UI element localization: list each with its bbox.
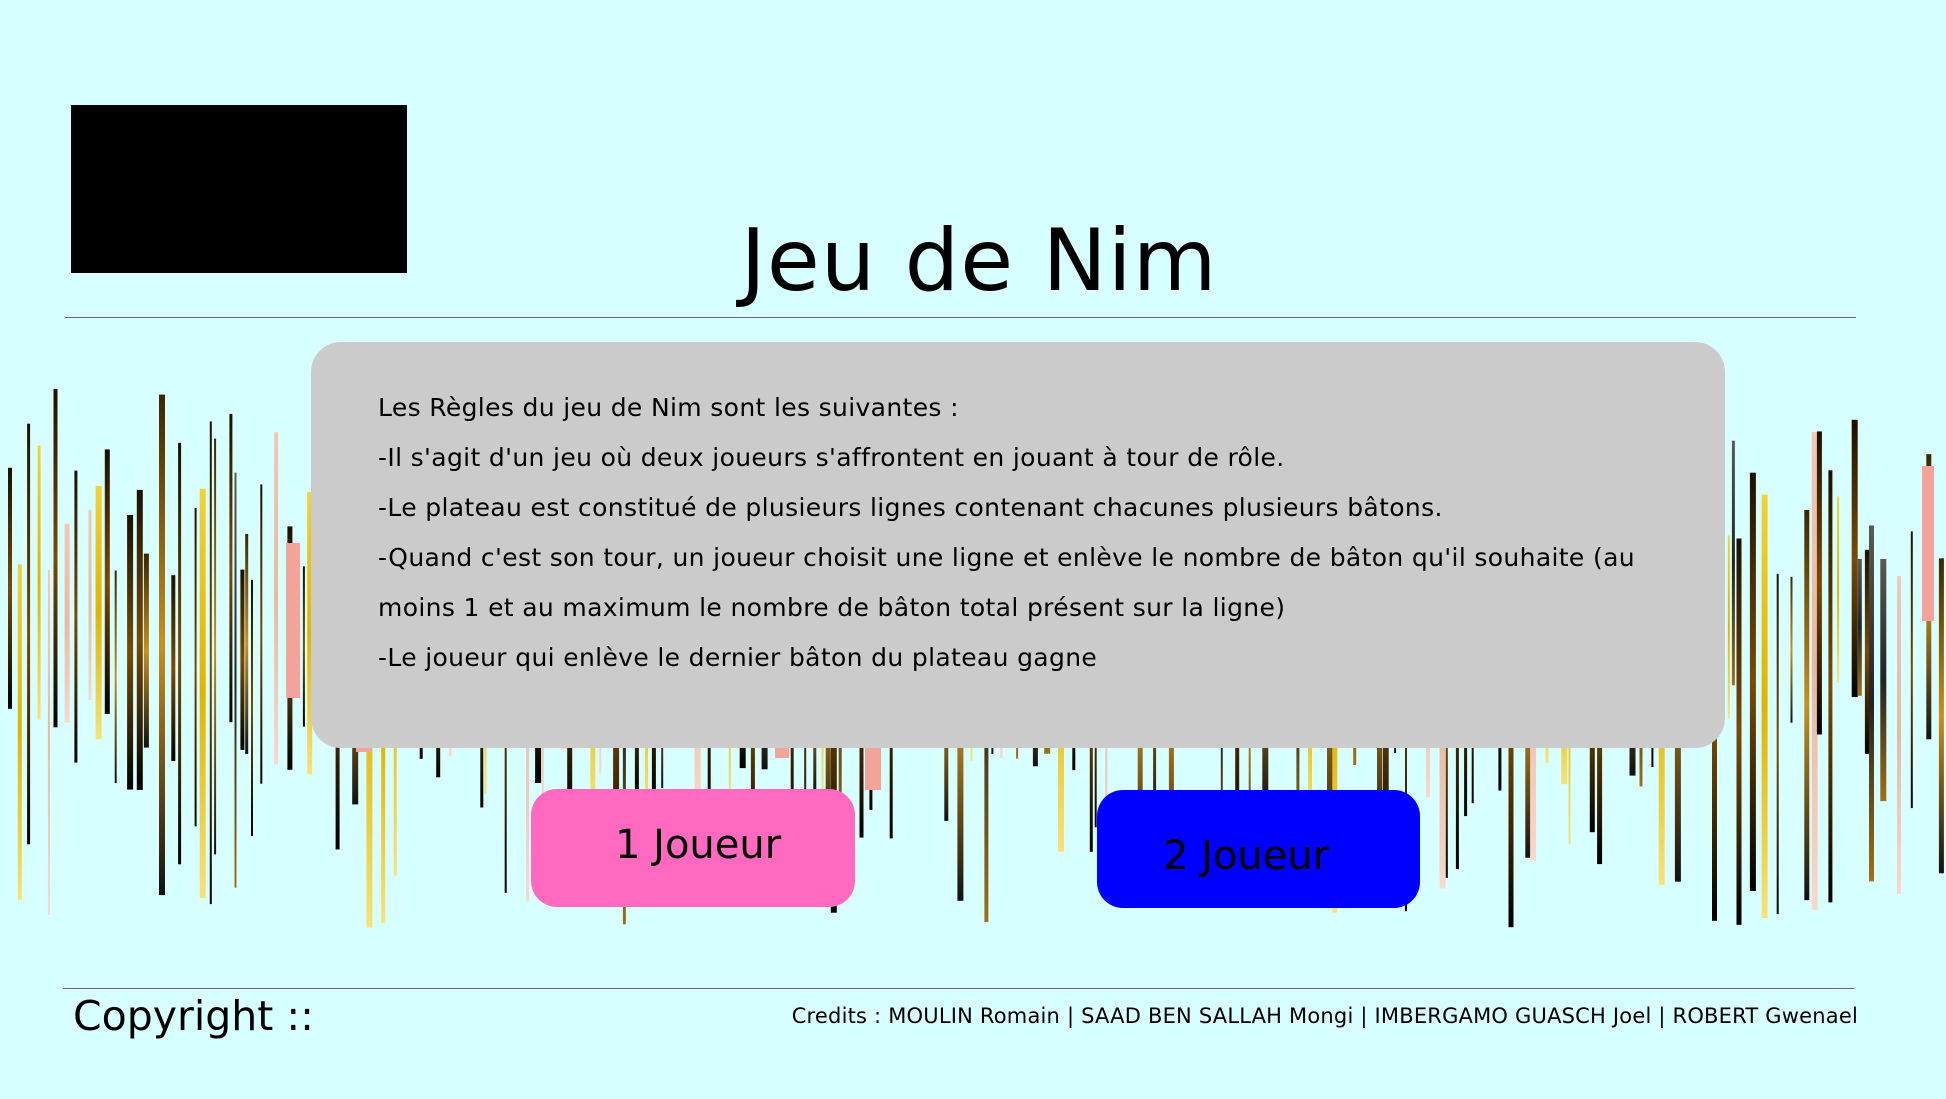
background-stick: [1851, 419, 1858, 698]
background-stick: [1804, 510, 1810, 901]
rules-line: moins 1 et au maximum le nombre de bâton…: [378, 593, 1286, 622]
background-stick: [27, 423, 31, 845]
background-stick: [95, 485, 102, 740]
background-stick: [17, 564, 22, 900]
background-stick: [1828, 470, 1833, 903]
background-stick: [1857, 558, 1862, 696]
background-stick: [1837, 496, 1840, 683]
background-stick: [64, 523, 70, 723]
background-stick: [1922, 466, 1934, 621]
background-stick: [245, 533, 249, 754]
background-stick: [53, 388, 58, 728]
page-title: Jeu de Nim: [740, 210, 1218, 311]
background-stick: [88, 510, 92, 700]
one-player-label: 1 Joueur: [615, 822, 782, 868]
background-stick: [171, 575, 176, 761]
background-stick: [260, 484, 263, 784]
background-stick: [1761, 494, 1768, 918]
background-stick: [194, 508, 197, 827]
background-stick: [302, 566, 305, 727]
background-stick: [1880, 559, 1887, 802]
background-stick: [47, 570, 50, 915]
background-stick: [1816, 431, 1822, 735]
background-stick: [229, 413, 233, 723]
header-divider: [65, 317, 1856, 318]
background-stick: [286, 543, 300, 698]
rules-line: -Quand c'est son tour, un joueur choisit…: [378, 543, 1635, 572]
background-stick: [251, 579, 253, 836]
background-stick: [274, 432, 279, 765]
background-stick: [1869, 525, 1874, 882]
background-stick: [240, 569, 245, 750]
background-stick: [209, 421, 212, 905]
background-stick: [159, 394, 165, 896]
background-stick: [136, 489, 143, 790]
background-stick: [8, 467, 12, 709]
background-stick: [199, 488, 206, 898]
one-player-button[interactable]: 1 Joueur: [531, 789, 855, 907]
background-stick: [1811, 432, 1818, 910]
background-stick: [234, 472, 237, 888]
rules-line: -Le joueur qui enlève le dernier bâton d…: [378, 643, 1098, 672]
background-stick: [1897, 576, 1901, 894]
background-stick: [114, 570, 117, 784]
background-stick: [143, 553, 149, 748]
rules-line: Les Règles du jeu de Nim sont les suivan…: [378, 393, 959, 422]
background-stick: [1749, 472, 1756, 891]
credits-text: Credits : MOULIN Romain | SAAD BEN SALLA…: [791, 1004, 1858, 1028]
two-player-label: 2 Joueur: [1163, 833, 1330, 879]
background-stick: [1731, 440, 1735, 686]
background-stick: [1727, 535, 1730, 719]
background-stick: [1938, 558, 1944, 874]
rules-panel: Les Règles du jeu de Nim sont les suivan…: [311, 342, 1725, 748]
two-player-button[interactable]: 2 Joueur: [1097, 790, 1420, 908]
footer-divider: [63, 988, 1854, 989]
background-stick: [1736, 538, 1742, 925]
background-stick: [1910, 531, 1913, 809]
rules-line: -Le plateau est constitué de plusieurs l…: [378, 493, 1443, 522]
background-stick: [127, 515, 134, 790]
background-stick: [74, 470, 78, 763]
rules-line: -Il s'agit d'un jeu où deux joueurs s'af…: [378, 443, 1285, 472]
background-stick: [178, 442, 182, 865]
background-stick: [37, 445, 41, 720]
copyright-text: Copyright ::: [73, 992, 314, 1040]
background-stick: [214, 438, 217, 855]
background-stick: [1776, 573, 1779, 915]
background-stick: [1790, 576, 1793, 723]
background-stick: [104, 449, 110, 714]
